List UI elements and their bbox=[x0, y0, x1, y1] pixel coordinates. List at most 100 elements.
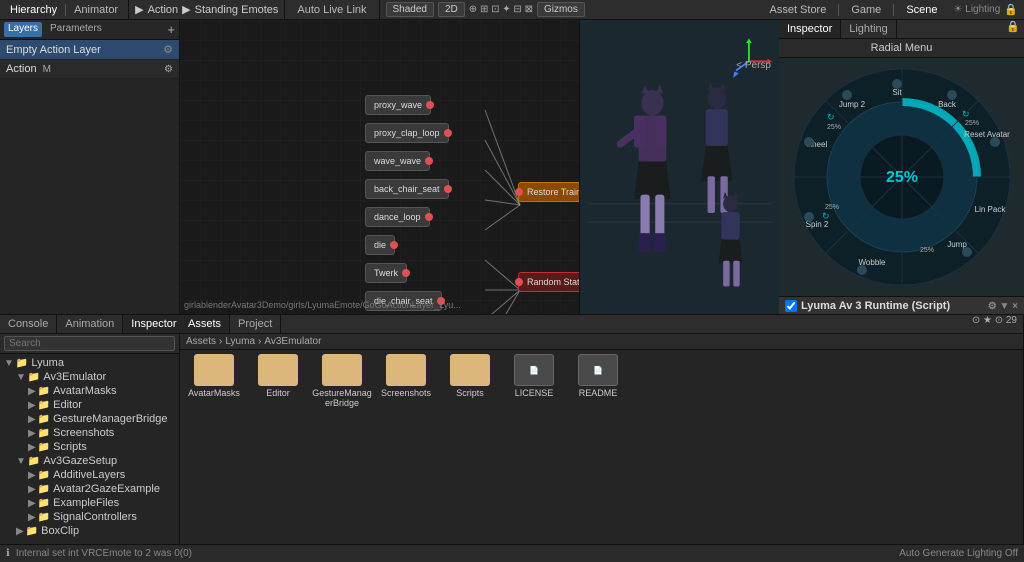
tree-item-gesturebridge[interactable]: ▶ 📁 GestureManagerBridge bbox=[0, 412, 179, 426]
gizmos-btn[interactable]: Gizmos bbox=[537, 2, 585, 17]
bc-arrow2: › bbox=[258, 336, 261, 347]
expand-arrow: ▼ bbox=[4, 358, 14, 369]
node-proxy-wave[interactable]: proxy_wave bbox=[365, 95, 431, 115]
tree-item-lyuma[interactable]: ▼ 📁 Lyuma bbox=[0, 356, 179, 370]
action-label: Action bbox=[6, 63, 37, 75]
bottom-area: Console Animation Inspector ▼ 📁 Lyuma ▼ … bbox=[0, 314, 1024, 544]
component-options[interactable]: ⚙ ▼ × bbox=[988, 301, 1018, 312]
2d-btn[interactable]: 2D bbox=[438, 2, 465, 17]
hierarchy-search[interactable] bbox=[4, 336, 175, 351]
asset-editor[interactable]: Editor bbox=[248, 354, 308, 408]
asset-count-value: 29 bbox=[1006, 315, 1017, 326]
tree-item-av3gazesetup[interactable]: ▼ 📁 Av3GazeSetup bbox=[0, 454, 179, 468]
bc-av3[interactable]: Av3Emulator bbox=[264, 336, 321, 347]
tree-item-avatarmasks[interactable]: ▶ 📁 AvatarMasks bbox=[0, 384, 179, 398]
node-random[interactable]: Random State bbox=[518, 272, 579, 292]
asset-scripts[interactable]: Scripts bbox=[440, 354, 500, 408]
svg-text:↻: ↻ bbox=[827, 112, 835, 122]
tree-item-avatar2gaze[interactable]: ▶ 📁 Avatar2GazeExample bbox=[0, 482, 179, 496]
layers-params-tabs: Layers Parameters + bbox=[0, 20, 179, 40]
tree-item-screenshots[interactable]: ▶ 📁 Screenshots bbox=[0, 426, 179, 440]
svg-text:Back: Back bbox=[938, 100, 957, 109]
tree-label: SignalControllers bbox=[53, 511, 137, 523]
node-die[interactable]: die bbox=[365, 235, 395, 255]
right-panel-tabs: Inspector Lighting 🔒 bbox=[779, 20, 1024, 39]
inspector-section: Lyuma Av 3 Runtime (Script) ⚙ ▼ × Script… bbox=[779, 297, 1024, 314]
asset-avatarmasks[interactable]: AvatarMasks bbox=[184, 354, 244, 408]
tree-item-additivelayers[interactable]: ▶ 📁 AdditiveLayers bbox=[0, 468, 179, 482]
svg-text:Reset Avatar: Reset Avatar bbox=[964, 130, 1010, 139]
folder-icon: 📁 bbox=[38, 442, 50, 453]
tree-item-av3emulator[interactable]: ▼ 📁 Av3Emulator bbox=[0, 370, 179, 384]
expand-arrow: ▶ bbox=[28, 400, 36, 411]
expand-arrow: ▶ bbox=[28, 428, 36, 439]
action-settings-btn[interactable]: ⚙ bbox=[164, 64, 173, 75]
expand-arrow: ▶ bbox=[28, 442, 36, 453]
bc-lyuma[interactable]: Lyuma bbox=[225, 336, 255, 347]
node-wave-wave[interactable]: wave_wave bbox=[365, 151, 430, 171]
node-back-chair[interactable]: back_chair_seat bbox=[365, 179, 449, 199]
count-icons: ⊙ ★ ⊙ bbox=[972, 315, 1003, 326]
assets-breadcrumb: Assets › Lyuma › Av3Emulator bbox=[180, 334, 1023, 350]
graph-label: girlablenderAvatar3Demo/girls/LyumaEmote… bbox=[184, 300, 461, 310]
settings-icon[interactable]: ⚙ bbox=[163, 43, 173, 56]
add-layer-btn[interactable]: + bbox=[167, 22, 175, 37]
folder-icon: 📁 bbox=[38, 428, 50, 439]
tab-layers[interactable]: Layers bbox=[4, 22, 42, 37]
lighting-tab: ☀ Lighting bbox=[954, 4, 1001, 15]
tree-item-examplefiles[interactable]: ▶ 📁 ExampleFiles bbox=[0, 496, 179, 510]
expand-arrow: ▶ bbox=[28, 470, 36, 481]
tab-game[interactable]: Game bbox=[847, 4, 885, 16]
folder-icon-avatar bbox=[194, 354, 234, 386]
component-enabled-checkbox[interactable] bbox=[785, 300, 797, 312]
empty-action-layer[interactable]: Empty Action Layer ⚙ bbox=[0, 40, 179, 60]
asset-license[interactable]: 📄 LICENSE bbox=[504, 354, 564, 408]
status-icon: ℹ bbox=[6, 548, 10, 559]
tab-console[interactable]: Console bbox=[0, 315, 57, 333]
asset-label: README bbox=[579, 388, 618, 398]
tab-parameters[interactable]: Parameters bbox=[46, 22, 106, 37]
tab-hierarchy[interactable]: Hierarchy bbox=[6, 4, 61, 16]
tab-asset-store[interactable]: Asset Store bbox=[765, 4, 830, 16]
expand-arrow: ▼ bbox=[16, 456, 26, 467]
tree-item-scripts[interactable]: ▶ 📁 Scripts bbox=[0, 440, 179, 454]
tab-assets[interactable]: Assets bbox=[180, 315, 230, 333]
folder-icon: 📁 bbox=[38, 386, 50, 397]
folder-icon: 📁 bbox=[38, 484, 50, 495]
tree-item-boxclip[interactable]: ▶ 📁 BoxClip bbox=[0, 524, 179, 538]
panel-lock-icon[interactable]: 🔒 bbox=[1002, 20, 1024, 38]
tab-inspector[interactable]: Inspector bbox=[779, 20, 841, 38]
tab-animation[interactable]: Animation bbox=[57, 315, 123, 333]
tree-item-signalcontrollers[interactable]: ▶ 📁 SignalControllers bbox=[0, 510, 179, 524]
tab-scene[interactable]: Scene bbox=[902, 4, 941, 16]
status-right: Auto Generate Lighting Off bbox=[899, 548, 1018, 559]
expand-arrow: ▶ bbox=[16, 526, 24, 537]
node-dance-loop[interactable]: dance_loop bbox=[365, 207, 430, 227]
tree-label: GestureManagerBridge bbox=[53, 413, 167, 425]
live-link-btn[interactable]: Auto Live Link bbox=[293, 4, 370, 16]
expand-arrow: ▼ bbox=[16, 372, 26, 383]
shading-btn[interactable]: Shaded bbox=[386, 2, 434, 17]
tab-project[interactable]: Project bbox=[230, 315, 281, 333]
node-restore[interactable]: Restore Training Layout bbox=[518, 182, 579, 202]
asset-screenshots[interactable]: Screenshots bbox=[376, 354, 436, 408]
radial-canvas: 25% Sit Back Reset Avatar Jump 2 Kneel S… bbox=[787, 62, 1017, 292]
bottom-left-tabs: Console Animation Inspector bbox=[0, 315, 179, 334]
tab-inspector-bottom[interactable]: Inspector bbox=[123, 315, 185, 333]
tab-lighting[interactable]: Lighting bbox=[841, 20, 897, 38]
node-twerk[interactable]: Twerk bbox=[365, 263, 407, 283]
bc-assets[interactable]: Assets bbox=[186, 336, 216, 347]
status-message: Internal set int VRCEmote to 2 was 0(0) bbox=[16, 548, 192, 559]
node-proxy-clap[interactable]: proxy_clap_loop bbox=[365, 123, 449, 143]
asset-gesturebridge[interactable]: GestureManagerBridge bbox=[312, 354, 372, 408]
asset-readme[interactable]: 📄 README bbox=[568, 354, 628, 408]
svg-text:↻: ↻ bbox=[962, 109, 970, 119]
tree-label: AvatarMasks bbox=[53, 385, 116, 397]
tree-label: AdditiveLayers bbox=[53, 469, 125, 481]
tree-item-editor[interactable]: ▶ 📁 Editor bbox=[0, 398, 179, 412]
animator-graph[interactable]: proxy_wave proxy_clap_loop wave_wave bac… bbox=[180, 20, 579, 314]
action-item[interactable]: Action M ⚙ bbox=[0, 60, 179, 79]
center-panel: proxy_wave proxy_clap_loop wave_wave bac… bbox=[180, 20, 779, 314]
bottom-center-tabs: Assets Project ⊙ ★ ⊙ 29 bbox=[180, 315, 1023, 334]
tab-animator[interactable]: Animator bbox=[70, 4, 122, 16]
